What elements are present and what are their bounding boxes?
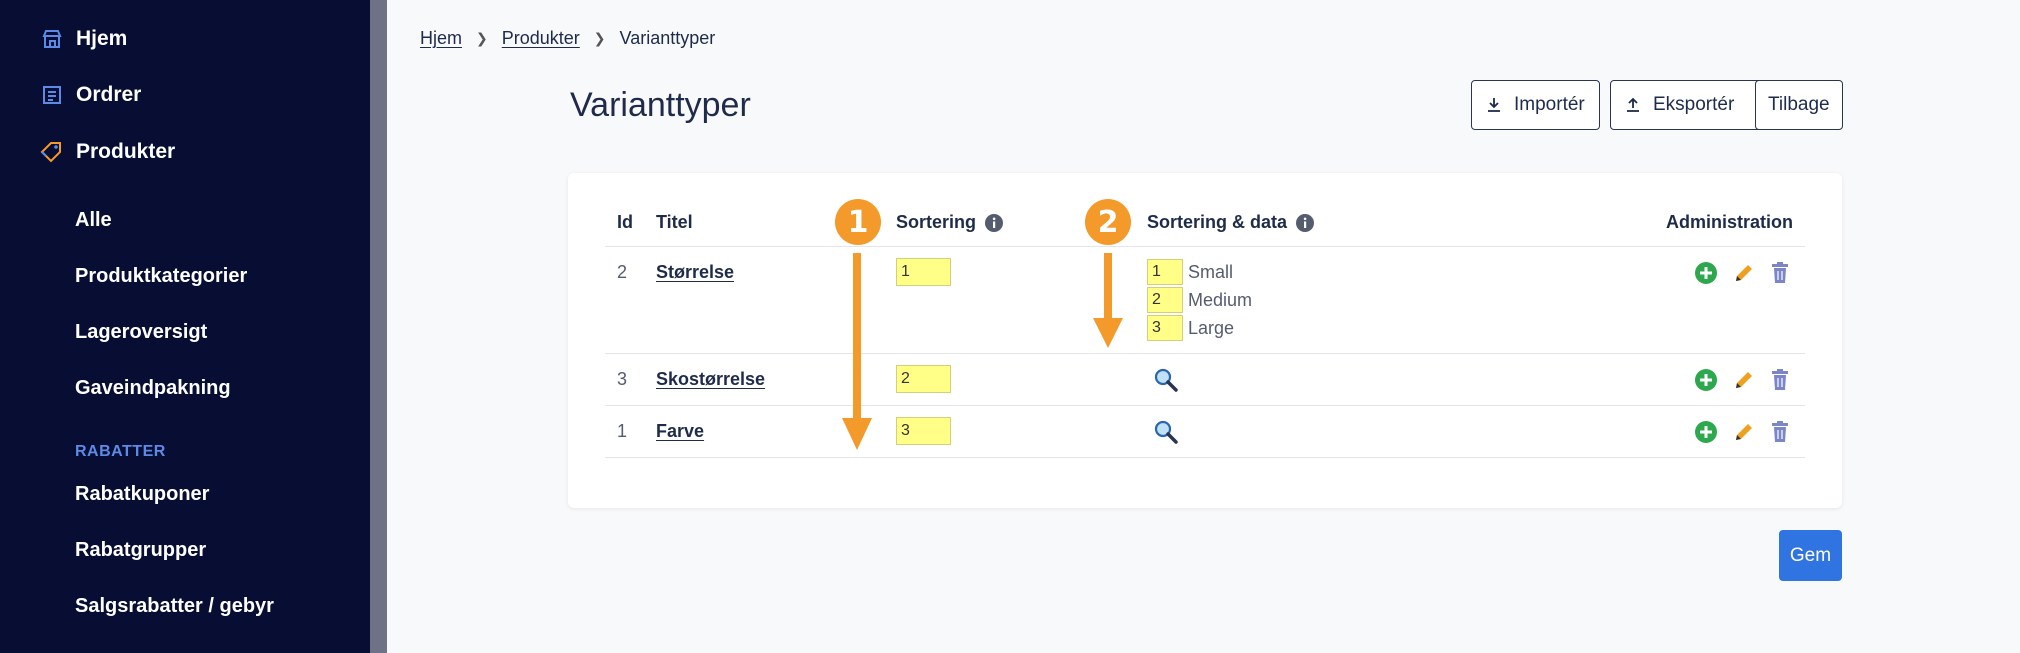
magnifier-icon[interactable] [1153,367,1179,398]
page-title: Varianttyper [570,86,751,124]
sidebar-item-label: Ordrer [76,83,142,106]
sort-input[interactable] [896,417,951,445]
upload-icon [1625,97,1641,113]
store-icon [40,27,64,51]
magnifier-icon[interactable] [1153,419,1179,450]
sidebar-item-hjem[interactable]: Hjem [40,27,127,51]
add-icon[interactable] [1694,368,1718,392]
row-title-link[interactable]: Skostørrelse [656,369,765,390]
table-divider [605,353,1805,354]
column-header-admin: Administration [1666,212,1794,232]
sidebar-item-produktkategorier[interactable]: Produktkategorier [75,265,247,288]
breadcrumb-link-hjem[interactable]: Hjem [420,28,462,49]
tags-icon [40,140,64,164]
sidebar-item-salgsrabatter[interactable]: Salgsrabatter / gebyr [75,595,274,618]
row-title-link[interactable]: Farve [656,421,704,442]
back-button[interactable]: Tilbage [1755,80,1843,130]
sidebar-scrollbar[interactable] [370,0,387,653]
row-id: 1 [617,421,628,441]
sidebar-item-rabatkuponer[interactable]: Rabatkuponer [75,483,209,506]
table-divider [605,405,1805,406]
arrow-down-icon [1093,253,1123,348]
breadcrumb: Hjem ❯ Produkter ❯ Varianttyper [420,28,715,49]
breadcrumb-link-produkter[interactable]: Produkter [502,28,580,49]
row-id: 2 [617,262,628,282]
export-label: Eksportér [1653,94,1735,115]
delete-icon[interactable] [1770,261,1790,285]
edit-icon[interactable] [1732,261,1756,285]
row-actions [1694,261,1804,285]
sidebar-item-alle[interactable]: Alle [75,209,112,232]
info-icon[interactable] [984,213,1004,233]
sidebar-item-label: Hjem [76,27,128,50]
column-header-id: Id [617,212,633,232]
option-sort-input[interactable] [1147,287,1183,313]
sidebar-item-produkter[interactable]: Produkter [40,140,175,164]
export-button[interactable]: Eksportér [1610,80,1762,130]
sidebar-item-gaveindpakning[interactable]: Gaveindpakning [75,377,231,400]
column-header-label: Sortering [896,212,977,232]
option-label: Small [1188,262,1234,282]
receipt-icon [40,83,64,107]
row-actions [1694,420,1804,444]
arrow-down-icon [842,253,872,450]
sort-input[interactable] [896,365,951,393]
annotation-badge-2: 2 [1085,199,1131,245]
add-icon[interactable] [1694,261,1718,285]
sidebar-section-rabatter: RABATTER [75,443,166,460]
chevron-right-icon: ❯ [593,30,606,46]
chevron-right-icon: ❯ [476,30,488,46]
column-header-sorting: Sortering [896,212,1004,233]
sort-input[interactable] [896,258,951,286]
sidebar-item-lageroversigt[interactable]: Lageroversigt [75,321,207,344]
edit-icon[interactable] [1732,368,1756,392]
row-actions [1694,368,1804,392]
option-sort-input[interactable] [1147,315,1183,341]
column-header-label: Sortering & data [1147,212,1288,232]
row-title-link[interactable]: Størrelse [656,262,734,283]
delete-icon[interactable] [1770,420,1790,444]
annotation-badge-1: 1 [835,199,881,245]
column-header-title: Titel [656,212,693,232]
table-divider [605,246,1805,247]
add-icon[interactable] [1694,420,1718,444]
edit-icon[interactable] [1732,420,1756,444]
info-icon[interactable] [1295,213,1315,233]
column-header-sorting-data: Sortering & data [1147,212,1315,233]
row-id: 3 [617,369,628,389]
download-icon [1486,97,1502,113]
import-button[interactable]: Importér [1471,80,1600,130]
breadcrumb-current: Varianttyper [619,28,716,48]
option-label: Medium [1188,290,1253,310]
sidebar-item-ordrer[interactable]: Ordrer [40,83,141,107]
delete-icon[interactable] [1770,368,1790,392]
option-sort-input[interactable] [1147,259,1183,285]
sidebar-item-label: Produkter [76,140,176,163]
sidebar-item-rabatgrupper[interactable]: Rabatgrupper [75,539,206,562]
option-label: Large [1188,318,1235,338]
import-label: Importér [1514,94,1585,115]
table-divider [605,457,1805,458]
save-button[interactable]: Gem [1779,530,1842,581]
